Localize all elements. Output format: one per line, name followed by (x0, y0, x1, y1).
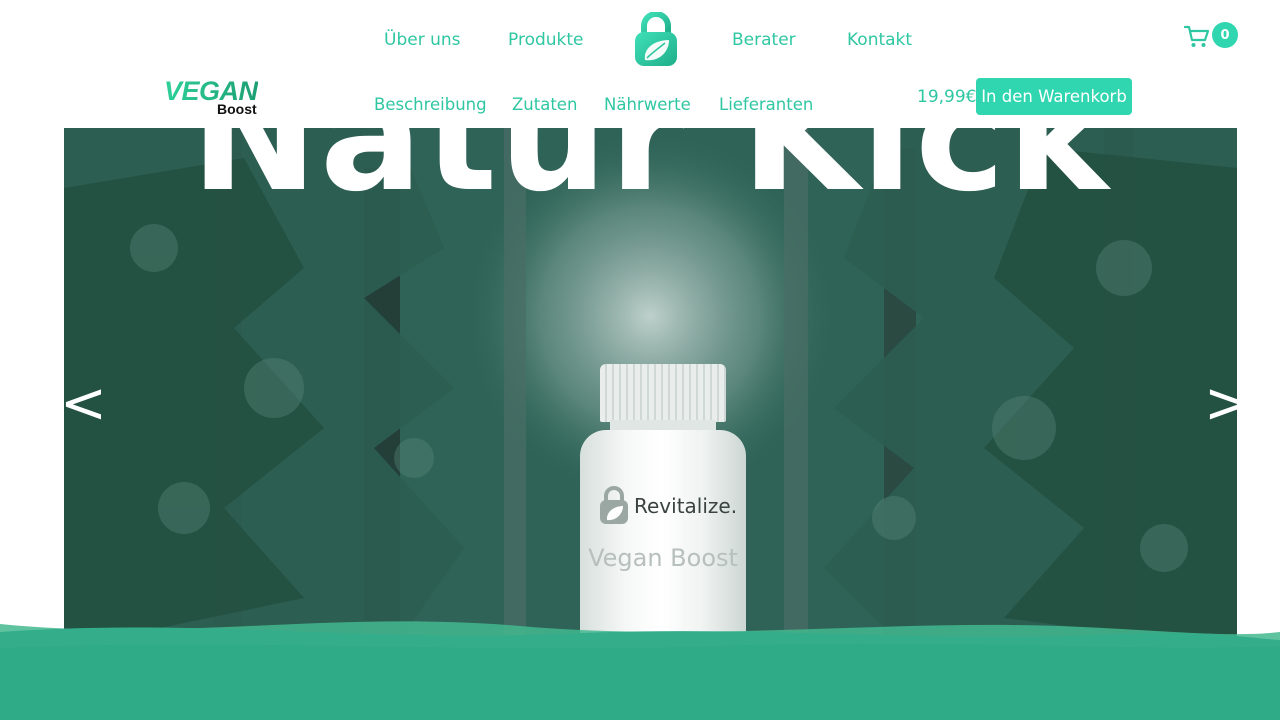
nav-link-berater[interactable]: Berater (732, 30, 796, 50)
subnav-link-zutaten[interactable]: Zutaten (512, 95, 577, 114)
shopping-cart-icon (1184, 25, 1210, 47)
top-navigation: Über uns Produkte Berater Kontakt 0 (0, 0, 1280, 84)
vegan-boost-logo[interactable]: VEGAN Boost (164, 76, 274, 118)
cart-button[interactable]: 0 (1184, 22, 1240, 52)
cart-count-badge: 0 (1212, 22, 1238, 48)
bottle-brand-label: Revitalize. (634, 494, 738, 518)
decorative-wave (0, 621, 1280, 720)
bottle-lock-leaf-icon (600, 486, 628, 524)
nav-link-produkte[interactable]: Produkte (508, 30, 584, 50)
subnav-link-naehrwerte[interactable]: Nährwerte (604, 95, 691, 114)
nav-link-kontakt[interactable]: Kontakt (847, 30, 912, 50)
carousel-next-arrow[interactable]: > (1204, 374, 1237, 434)
subnav-link-lieferanten[interactable]: Lieferanten (719, 95, 813, 114)
nav-link-ueber-uns[interactable]: Über uns (384, 30, 461, 50)
carousel-prev-arrow[interactable]: < (64, 374, 107, 434)
hero-banner: Natur Kick < > Revitalize. Vegan Boost (64, 128, 1237, 648)
bottle-product-label: Vegan Boost (588, 544, 738, 572)
subnav-link-beschreibung[interactable]: Beschreibung (374, 95, 487, 114)
add-to-cart-button[interactable]: In den Warenkorb (976, 78, 1132, 115)
brand-lock-leaf-icon[interactable] (633, 12, 679, 68)
hero-title: Natur Kick (190, 128, 1111, 225)
logo-subtitle: Boost (217, 101, 257, 117)
product-bottle-image: Revitalize. Vegan Boost (578, 364, 748, 648)
product-price: 19,99€ (917, 87, 977, 107)
bottle-cap (600, 364, 726, 422)
